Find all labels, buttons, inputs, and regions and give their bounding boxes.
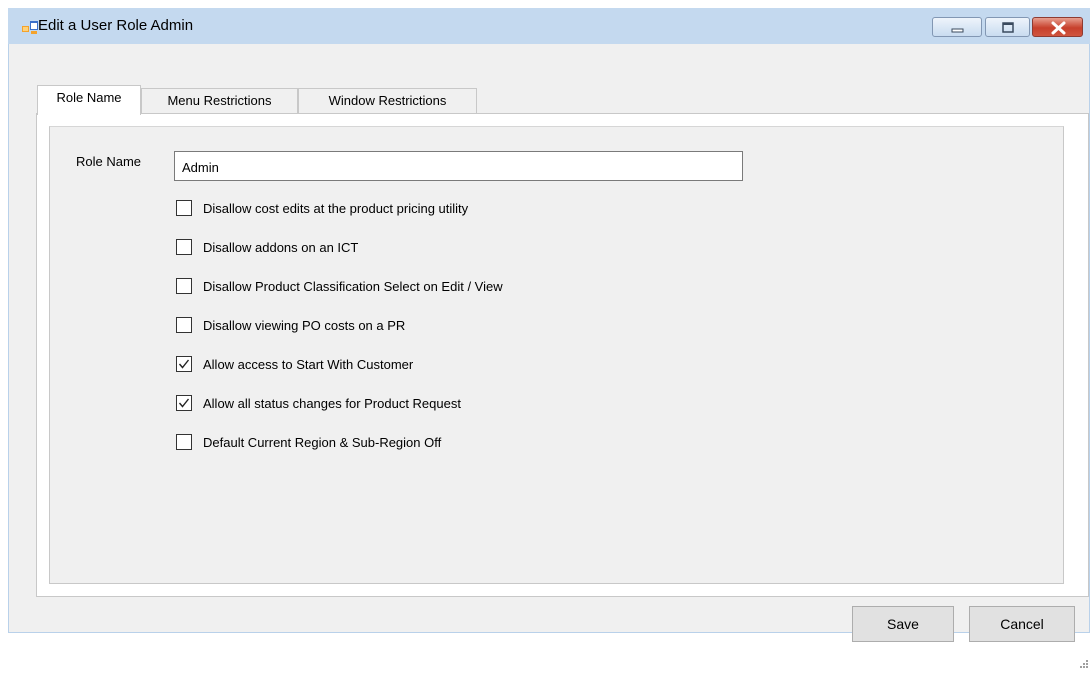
close-button[interactable] [1032, 17, 1083, 37]
tab-panel-role-name: Role Name Admin Disallow cost edits at t… [36, 113, 1089, 597]
checkbox-default-region-off[interactable] [176, 434, 192, 450]
checkbox-disallow-cost-edits[interactable] [176, 200, 192, 216]
tab-menu-restrictions[interactable]: Menu Restrictions [141, 88, 298, 115]
option-label: Disallow cost edits at the product prici… [203, 201, 469, 216]
option-label: Allow all status changes for Product Req… [203, 396, 461, 411]
tab-role-name[interactable]: Role Name [37, 85, 141, 115]
cancel-button[interactable]: Cancel [969, 606, 1075, 642]
dialog-window: Edit a User Role Admin Role Name Menu Re… [8, 8, 1090, 668]
option-label: Default Current Region & Sub-Region Off [203, 435, 442, 450]
checkmark-icon [178, 359, 190, 369]
window-app-icon [22, 21, 38, 35]
option-label: Disallow addons on an ICT [203, 240, 359, 255]
role-settings-group: Role Name Admin Disallow cost edits at t… [49, 126, 1064, 584]
resize-grip-icon[interactable] [1079, 656, 1089, 668]
role-name-input[interactable]: Admin [174, 151, 743, 181]
tab-window-restrictions[interactable]: Window Restrictions [298, 88, 477, 115]
minimize-button[interactable] [932, 17, 982, 37]
option-label: Disallow Product Classification Select o… [203, 279, 503, 294]
checkmark-icon [178, 398, 190, 408]
checkbox-disallow-po-costs[interactable] [176, 317, 192, 333]
maximize-button[interactable] [985, 17, 1030, 37]
checkbox-allow-start-with-customer[interactable] [176, 356, 192, 372]
checkbox-disallow-product-classification[interactable] [176, 278, 192, 294]
option-label: Disallow viewing PO costs on a PR [203, 318, 406, 333]
title-bar[interactable]: Edit a User Role Admin [8, 8, 1090, 44]
option-label: Allow access to Start With Customer [203, 357, 414, 372]
save-button[interactable]: Save [852, 606, 954, 642]
checkbox-allow-status-changes[interactable] [176, 395, 192, 411]
dialog-client-area: Role Name Menu Restrictions Window Restr… [9, 44, 1089, 668]
role-name-label: Role Name [76, 154, 142, 169]
window-title: Edit a User Role Admin [38, 17, 194, 34]
checkbox-disallow-addons-ict[interactable] [176, 239, 192, 255]
